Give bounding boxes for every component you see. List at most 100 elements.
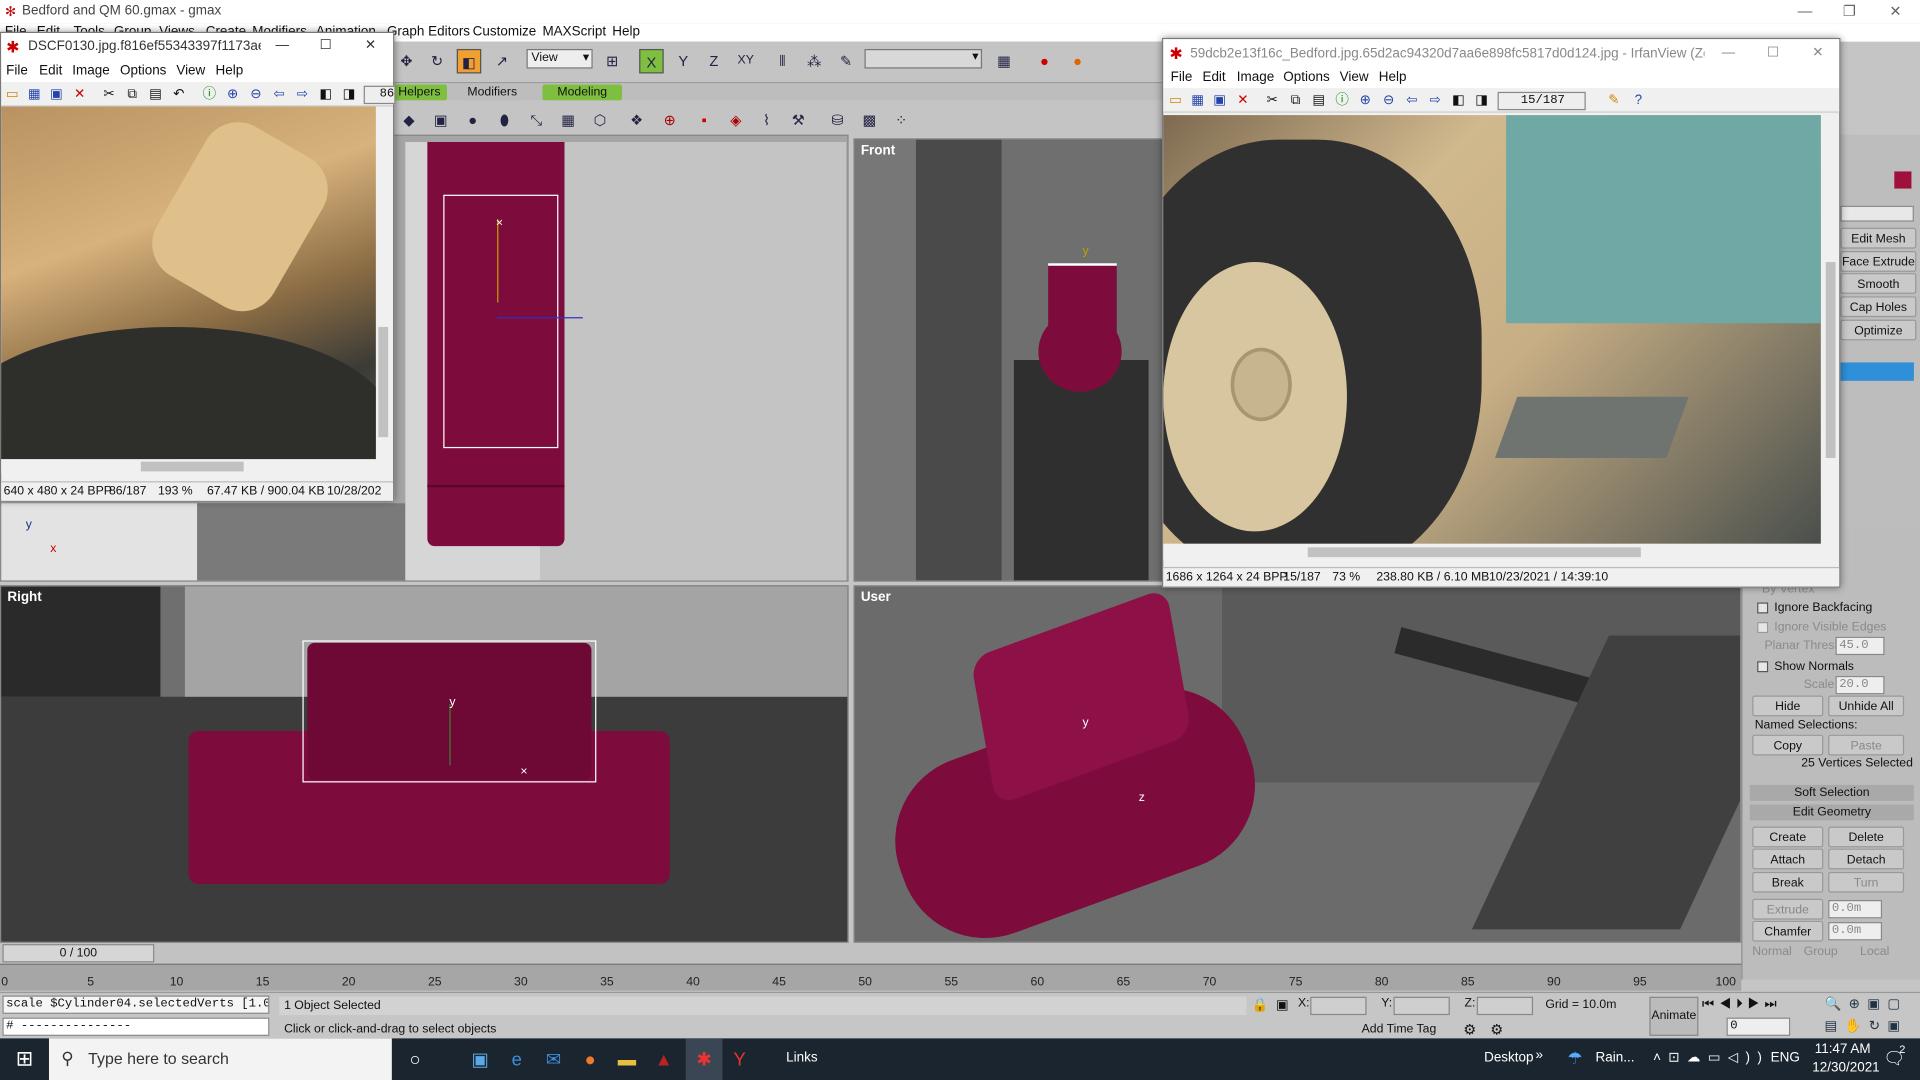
- menu-edit[interactable]: Edit: [1202, 70, 1225, 85]
- undo-icon[interactable]: ↶: [169, 84, 189, 104]
- tool-icon[interactable]: ◆: [397, 108, 421, 132]
- reference-coord-dropdown[interactable]: View ▾: [526, 48, 593, 69]
- thumbnails-icon[interactable]: ▦: [1188, 91, 1208, 111]
- menu-file[interactable]: File: [6, 64, 28, 79]
- weather-icon[interactable]: ☂: [1567, 1048, 1582, 1069]
- x-coord-field[interactable]: [1310, 996, 1367, 1016]
- copy-icon[interactable]: ⧉: [1286, 91, 1306, 111]
- align-icon[interactable]: ⁂: [802, 49, 826, 73]
- menu-options[interactable]: Options: [1283, 70, 1329, 85]
- timeline-ruler[interactable]: 0 5 10 15 20 25 30 35 40 45 50 55 60 65 70 75 80 85 90 95 10…: [0, 963, 1742, 991]
- tab-helpers[interactable]: Helpers: [391, 84, 447, 101]
- tool-icon[interactable]: ⁘: [889, 108, 913, 132]
- time-slider-handle[interactable]: 0 / 100: [2, 944, 155, 963]
- zoom-out-icon[interactable]: ⊖: [1379, 91, 1399, 111]
- quick-render-icon[interactable]: ⚙: [1490, 1021, 1503, 1038]
- extrude-button[interactable]: Extrude: [1752, 898, 1824, 920]
- close-icon[interactable]: ✕: [365, 37, 376, 53]
- vertical-scrollbar[interactable]: [375, 106, 391, 460]
- viewport-label-user[interactable]: User: [861, 590, 891, 605]
- chamfer-amount-field[interactable]: 0.0m: [1828, 922, 1883, 941]
- animate-button[interactable]: Animate: [1649, 996, 1699, 1036]
- system-tray-icons[interactable]: ˄⊡☁▭◁)): [1653, 1049, 1769, 1066]
- playback-controls[interactable]: ⏮◀⏵▶⏭: [1702, 997, 1782, 1013]
- copy-button[interactable]: Copy: [1752, 734, 1824, 756]
- zoom-out-icon[interactable]: ⊖: [246, 84, 266, 104]
- planar-thresh-field[interactable]: 45.0: [1835, 636, 1885, 656]
- minimize-icon[interactable]: —: [276, 38, 289, 53]
- menu-help[interactable]: Help: [1379, 70, 1407, 85]
- close-icon[interactable]: ✕: [1889, 2, 1901, 19]
- first-icon[interactable]: ◧: [316, 84, 336, 104]
- restore-icon[interactable]: ❐: [1843, 2, 1856, 19]
- next-icon[interactable]: ⇨: [1425, 91, 1445, 111]
- menu-help[interactable]: Help: [216, 64, 244, 79]
- layout-icon[interactable]: ▦: [992, 49, 1016, 73]
- smooth-button[interactable]: Smooth: [1840, 273, 1917, 294]
- eyedropper-icon[interactable]: ✎: [834, 49, 858, 73]
- menu-graph-editors[interactable]: Graph Editors: [387, 24, 470, 39]
- tab-modeling[interactable]: Modeling: [542, 84, 623, 101]
- open-icon[interactable]: ▭: [2, 84, 22, 104]
- restrict-xy-icon[interactable]: XY: [733, 49, 757, 73]
- tool-icon[interactable]: ⬡: [588, 108, 612, 132]
- scrollbar-thumb[interactable]: [1307, 547, 1641, 558]
- edge-icon[interactable]: e: [504, 1048, 528, 1072]
- z-coord-field[interactable]: [1476, 996, 1534, 1016]
- zoom-in-icon[interactable]: ⊕: [223, 84, 243, 104]
- soft-selection-rollout[interactable]: Soft Selection: [1749, 784, 1914, 801]
- tool-icon[interactable]: ▣: [429, 108, 453, 132]
- tool-icon[interactable]: ⚒: [786, 108, 810, 132]
- taskbar-search-box[interactable]: ⚲ Type here to search: [48, 1038, 392, 1080]
- save-icon[interactable]: ▣: [47, 84, 67, 104]
- menu-view[interactable]: View: [1340, 70, 1369, 85]
- delete-icon[interactable]: ✕: [70, 84, 90, 104]
- mail-icon[interactable]: ✉: [541, 1048, 565, 1072]
- thumbnails-icon[interactable]: ▦: [24, 84, 44, 104]
- cylinder-cap[interactable]: [1038, 311, 1122, 392]
- scrollbar-thumb[interactable]: [140, 461, 244, 472]
- scrollbar-thumb[interactable]: [1825, 262, 1836, 458]
- tab-modifiers[interactable]: Modifiers: [461, 84, 523, 101]
- menu-maxscript[interactable]: MAXScript: [542, 24, 606, 39]
- delete-button[interactable]: Delete: [1828, 826, 1905, 848]
- absolute-mode-icon[interactable]: ▣: [1276, 997, 1289, 1013]
- group-radio[interactable]: Group: [1804, 945, 1838, 958]
- vertical-scrollbar[interactable]: [1823, 115, 1838, 544]
- irfanview-taskbar-button[interactable]: ✱: [685, 1038, 723, 1080]
- gmax-taskbar-icon[interactable]: Y: [727, 1048, 751, 1072]
- windows-start-icon[interactable]: ⊞: [12, 1047, 36, 1071]
- material-editor-icon[interactable]: ●: [1065, 49, 1089, 73]
- optimize-button[interactable]: Optimize: [1840, 319, 1917, 341]
- viewport-front[interactable]: y Front: [853, 138, 1166, 582]
- previous-icon[interactable]: ⇦: [269, 84, 289, 104]
- tool-icon[interactable]: ⊕: [658, 108, 682, 132]
- save-icon[interactable]: ▣: [1210, 91, 1230, 111]
- checker-icon[interactable]: ▩: [857, 108, 881, 132]
- tool-icon[interactable]: ◈: [724, 108, 748, 132]
- chamfer-button[interactable]: Chamfer: [1752, 920, 1824, 942]
- clock-date[interactable]: 12/30/2021: [1812, 1060, 1879, 1075]
- open-icon[interactable]: ▭: [1166, 91, 1186, 111]
- render-scene-icon[interactable]: ⚙: [1463, 1021, 1476, 1038]
- show-normals-checkbox[interactable]: [1757, 661, 1769, 673]
- maxscript-listener-line[interactable]: scale $Cylinder04.selectedVerts [1.03,: [2, 995, 270, 1014]
- menu-edit[interactable]: Edit: [39, 64, 62, 79]
- scale-field[interactable]: 20.0: [1835, 675, 1885, 695]
- render-icon[interactable]: ●: [1032, 49, 1056, 73]
- zoom-in-icon[interactable]: ⊕: [1356, 91, 1376, 111]
- object-color-swatch[interactable]: [1894, 171, 1912, 189]
- lock-icon[interactable]: 🔒: [1251, 997, 1268, 1013]
- desktop-toolbar[interactable]: Desktop: [1484, 1051, 1533, 1066]
- viewport-navigation-controls[interactable]: 🔍⊕▣▢: [1825, 996, 1908, 1012]
- add-time-tag-button[interactable]: Add Time Tag: [1362, 1022, 1437, 1035]
- file-explorer-icon[interactable]: ▬: [615, 1048, 639, 1072]
- last-icon[interactable]: ◨: [339, 84, 359, 104]
- local-radio[interactable]: Local: [1860, 945, 1889, 958]
- cylinder-icon[interactable]: ⬮: [492, 108, 516, 132]
- menu-options[interactable]: Options: [120, 64, 166, 79]
- maximize-icon[interactable]: ☐: [1767, 44, 1779, 60]
- y-coord-field[interactable]: [1393, 996, 1450, 1016]
- store-icon[interactable]: ▣: [468, 1048, 492, 1072]
- menu-image[interactable]: Image: [1237, 70, 1274, 85]
